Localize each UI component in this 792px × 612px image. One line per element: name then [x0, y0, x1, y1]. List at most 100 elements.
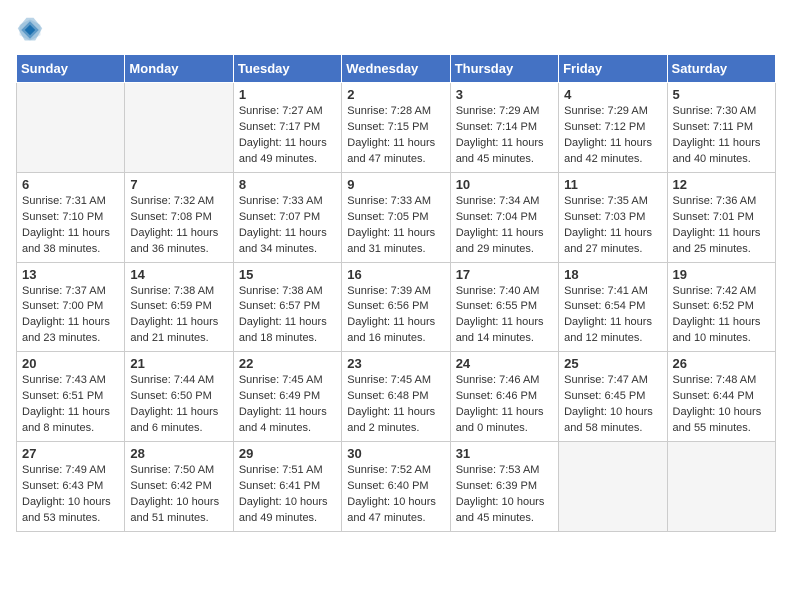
calendar-day-20: 20 Sunrise: 7:43 AM Sunset: 6:51 PM Dayli… [17, 352, 125, 442]
calendar-week-row: 27 Sunrise: 7:49 AM Sunset: 6:43 PM Dayli… [17, 442, 776, 532]
column-header-saturday: Saturday [667, 55, 775, 83]
day-number: 22 [239, 356, 336, 371]
day-number: 21 [130, 356, 227, 371]
page-header [16, 16, 776, 44]
day-number: 15 [239, 267, 336, 282]
calendar-day-23: 23 Sunrise: 7:45 AM Sunset: 6:48 PM Dayli… [342, 352, 450, 442]
day-number: 28 [130, 446, 227, 461]
day-number: 1 [239, 87, 336, 102]
day-number: 6 [22, 177, 119, 192]
calendar-day-26: 26 Sunrise: 7:48 AM Sunset: 6:44 PM Dayli… [667, 352, 775, 442]
day-info: Sunrise: 7:42 AM Sunset: 6:52 PM Dayligh… [673, 284, 770, 348]
calendar-empty-cell [559, 442, 667, 532]
day-info: Sunrise: 7:34 AM Sunset: 7:04 PM Dayligh… [456, 194, 553, 258]
day-info: Sunrise: 7:44 AM Sunset: 6:50 PM Dayligh… [130, 373, 227, 437]
day-info: Sunrise: 7:41 AM Sunset: 6:54 PM Dayligh… [564, 284, 661, 348]
calendar-day-7: 7 Sunrise: 7:32 AM Sunset: 7:08 PM Daylig… [125, 172, 233, 262]
day-info: Sunrise: 7:28 AM Sunset: 7:15 PM Dayligh… [347, 104, 444, 168]
logo [16, 16, 48, 44]
calendar-week-row: 6 Sunrise: 7:31 AM Sunset: 7:10 PM Daylig… [17, 172, 776, 262]
day-info: Sunrise: 7:52 AM Sunset: 6:40 PM Dayligh… [347, 463, 444, 527]
day-info: Sunrise: 7:36 AM Sunset: 7:01 PM Dayligh… [673, 194, 770, 258]
day-number: 30 [347, 446, 444, 461]
day-info: Sunrise: 7:37 AM Sunset: 7:00 PM Dayligh… [22, 284, 119, 348]
calendar-day-5: 5Sunrise: 7:30 AM Sunset: 7:11 PM Daylig… [667, 83, 775, 173]
calendar-day-18: 18 Sunrise: 7:41 AM Sunset: 6:54 PM Dayli… [559, 262, 667, 352]
calendar-day-13: 13 Sunrise: 7:37 AM Sunset: 7:00 PM Dayli… [17, 262, 125, 352]
calendar-day-15: 15 Sunrise: 7:38 AM Sunset: 6:57 PM Dayli… [233, 262, 341, 352]
calendar-day-25: 25 Sunrise: 7:47 AM Sunset: 6:45 PM Dayli… [559, 352, 667, 442]
calendar-day-30: 30 Sunrise: 7:52 AM Sunset: 6:40 PM Dayli… [342, 442, 450, 532]
calendar-empty-cell [125, 83, 233, 173]
calendar-header-row: SundayMondayTuesdayWednesdayThursdayFrid… [17, 55, 776, 83]
day-info: Sunrise: 7:35 AM Sunset: 7:03 PM Dayligh… [564, 194, 661, 258]
day-number: 18 [564, 267, 661, 282]
day-info: Sunrise: 7:31 AM Sunset: 7:10 PM Dayligh… [22, 194, 119, 258]
day-info: Sunrise: 7:45 AM Sunset: 6:48 PM Dayligh… [347, 373, 444, 437]
calendar-table: SundayMondayTuesdayWednesdayThursdayFrid… [16, 54, 776, 532]
day-number: 2 [347, 87, 444, 102]
day-number: 26 [673, 356, 770, 371]
day-info: Sunrise: 7:49 AM Sunset: 6:43 PM Dayligh… [22, 463, 119, 527]
day-number: 3 [456, 87, 553, 102]
day-number: 16 [347, 267, 444, 282]
column-header-tuesday: Tuesday [233, 55, 341, 83]
day-number: 14 [130, 267, 227, 282]
day-info: Sunrise: 7:53 AM Sunset: 6:39 PM Dayligh… [456, 463, 553, 527]
day-info: Sunrise: 7:40 AM Sunset: 6:55 PM Dayligh… [456, 284, 553, 348]
calendar-day-21: 21 Sunrise: 7:44 AM Sunset: 6:50 PM Dayli… [125, 352, 233, 442]
day-info: Sunrise: 7:30 AM Sunset: 7:11 PM Dayligh… [673, 104, 770, 168]
day-number: 8 [239, 177, 336, 192]
day-info: Sunrise: 7:33 AM Sunset: 7:05 PM Dayligh… [347, 194, 444, 258]
day-info: Sunrise: 7:29 AM Sunset: 7:12 PM Dayligh… [564, 104, 661, 168]
day-number: 17 [456, 267, 553, 282]
calendar-week-row: 20 Sunrise: 7:43 AM Sunset: 6:51 PM Dayli… [17, 352, 776, 442]
column-header-sunday: Sunday [17, 55, 125, 83]
calendar-week-row: 13 Sunrise: 7:37 AM Sunset: 7:00 PM Dayli… [17, 262, 776, 352]
column-header-monday: Monday [125, 55, 233, 83]
calendar-day-29: 29 Sunrise: 7:51 AM Sunset: 6:41 PM Dayli… [233, 442, 341, 532]
day-number: 25 [564, 356, 661, 371]
day-number: 24 [456, 356, 553, 371]
day-number: 20 [22, 356, 119, 371]
column-header-thursday: Thursday [450, 55, 558, 83]
day-info: Sunrise: 7:45 AM Sunset: 6:49 PM Dayligh… [239, 373, 336, 437]
calendar-day-8: 8Sunrise: 7:33 AM Sunset: 7:07 PM Daylig… [233, 172, 341, 262]
day-number: 11 [564, 177, 661, 192]
calendar-day-17: 17 Sunrise: 7:40 AM Sunset: 6:55 PM Dayli… [450, 262, 558, 352]
calendar-empty-cell [17, 83, 125, 173]
calendar-day-27: 27 Sunrise: 7:49 AM Sunset: 6:43 PM Dayli… [17, 442, 125, 532]
calendar-day-16: 16Sunrise: 7:39 AM Sunset: 6:56 PM Dayli… [342, 262, 450, 352]
calendar-week-row: 1 Sunrise: 7:27 AM Sunset: 7:17 PM Daylig… [17, 83, 776, 173]
calendar-empty-cell [667, 442, 775, 532]
day-number: 10 [456, 177, 553, 192]
day-number: 13 [22, 267, 119, 282]
day-info: Sunrise: 7:38 AM Sunset: 6:59 PM Dayligh… [130, 284, 227, 348]
column-header-wednesday: Wednesday [342, 55, 450, 83]
day-info: Sunrise: 7:47 AM Sunset: 6:45 PM Dayligh… [564, 373, 661, 437]
day-number: 7 [130, 177, 227, 192]
day-info: Sunrise: 7:51 AM Sunset: 6:41 PM Dayligh… [239, 463, 336, 527]
calendar-day-19: 19Sunrise: 7:42 AM Sunset: 6:52 PM Dayli… [667, 262, 775, 352]
day-info: Sunrise: 7:29 AM Sunset: 7:14 PM Dayligh… [456, 104, 553, 168]
calendar-day-22: 22 Sunrise: 7:45 AM Sunset: 6:49 PM Dayli… [233, 352, 341, 442]
day-number: 23 [347, 356, 444, 371]
day-info: Sunrise: 7:46 AM Sunset: 6:46 PM Dayligh… [456, 373, 553, 437]
calendar-day-10: 10 Sunrise: 7:34 AM Sunset: 7:04 PM Dayli… [450, 172, 558, 262]
day-info: Sunrise: 7:38 AM Sunset: 6:57 PM Dayligh… [239, 284, 336, 348]
day-number: 12 [673, 177, 770, 192]
day-number: 29 [239, 446, 336, 461]
day-info: Sunrise: 7:27 AM Sunset: 7:17 PM Dayligh… [239, 104, 336, 168]
day-number: 9 [347, 177, 444, 192]
day-info: Sunrise: 7:43 AM Sunset: 6:51 PM Dayligh… [22, 373, 119, 437]
calendar-day-24: 24 Sunrise: 7:46 AM Sunset: 6:46 PM Dayli… [450, 352, 558, 442]
calendar-day-6: 6 Sunrise: 7:31 AM Sunset: 7:10 PM Daylig… [17, 172, 125, 262]
day-info: Sunrise: 7:48 AM Sunset: 6:44 PM Dayligh… [673, 373, 770, 437]
logo-icon [16, 16, 44, 44]
calendar-day-11: 11 Sunrise: 7:35 AM Sunset: 7:03 PM Dayli… [559, 172, 667, 262]
day-info: Sunrise: 7:32 AM Sunset: 7:08 PM Dayligh… [130, 194, 227, 258]
calendar-day-3: 3 Sunrise: 7:29 AM Sunset: 7:14 PM Daylig… [450, 83, 558, 173]
calendar-day-12: 12 Sunrise: 7:36 AM Sunset: 7:01 PM Dayli… [667, 172, 775, 262]
day-number: 27 [22, 446, 119, 461]
calendar-day-1: 1 Sunrise: 7:27 AM Sunset: 7:17 PM Daylig… [233, 83, 341, 173]
